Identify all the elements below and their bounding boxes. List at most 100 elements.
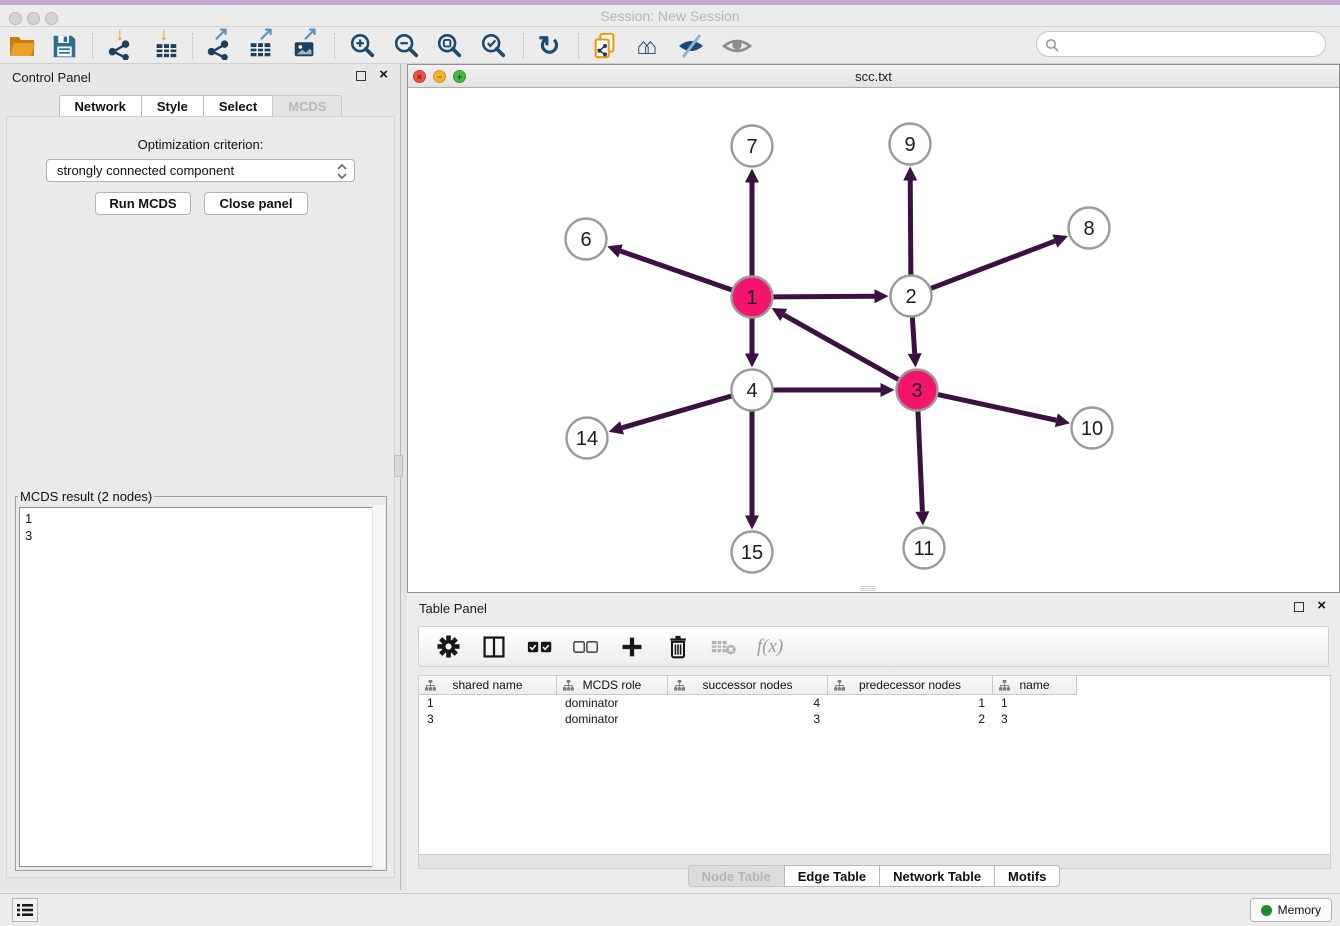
zoom-selected-button[interactable] [476, 30, 510, 62]
graph-edge-2-8[interactable] [931, 241, 1055, 288]
graph-node-2[interactable]: 2 [891, 276, 932, 317]
search-field[interactable] [1036, 31, 1326, 57]
home-view-button[interactable]: ⌂⌂ [630, 30, 664, 62]
close-panel-icon[interactable]: × [1317, 598, 1326, 614]
create-column-button[interactable] [617, 633, 647, 661]
import-network-button[interactable]: ↓ [102, 30, 136, 62]
run-mcds-button[interactable]: Run MCDS [95, 192, 191, 215]
graph-node-4[interactable]: 4 [732, 370, 773, 411]
zoom-in-button[interactable] [345, 30, 379, 62]
clone-network-button[interactable] [588, 30, 622, 62]
table-cell[interactable]: dominator [557, 711, 668, 727]
close-panel-button[interactable]: Close panel [204, 192, 308, 215]
graph-edge-1-6[interactable] [620, 251, 731, 290]
table-cell[interactable]: 1 [419, 695, 557, 711]
table-cell[interactable]: dominator [557, 695, 668, 711]
open-session-button[interactable] [5, 30, 39, 62]
add-icon [620, 635, 644, 659]
import-table-button[interactable]: ↓ [149, 30, 183, 62]
window-resize-handle[interactable] [860, 586, 876, 591]
mcds-result-text[interactable]: 1 3 [19, 507, 383, 867]
delete-column-button[interactable] [663, 633, 693, 661]
tab-node-table[interactable]: Node Table [688, 865, 785, 887]
svg-text:7: 7 [746, 136, 757, 158]
float-panel-icon[interactable] [1294, 602, 1304, 612]
hide-elements-button[interactable] [674, 30, 708, 62]
attribute-tree-icon [834, 680, 845, 691]
save-session-button[interactable] [47, 30, 81, 62]
scrollbar[interactable] [372, 505, 385, 869]
table-cell[interactable]: 4 [668, 695, 828, 711]
graph-node-14[interactable]: 14 [567, 418, 608, 459]
delete-table-button[interactable] [709, 633, 739, 661]
tab-network-table[interactable]: Network Table [879, 865, 995, 887]
export-image-button[interactable]: ↗ [288, 30, 322, 62]
table-row[interactable]: 3dominator323 [419, 711, 1077, 727]
tab-edge-table[interactable]: Edge Table [784, 865, 880, 887]
network-canvas[interactable]: 7 9 6 8 1 2 4 3 14 10 15 11 [408, 88, 1339, 592]
column-header-shared-name[interactable]: shared name [419, 676, 557, 695]
table-cell[interactable]: 3 [993, 711, 1077, 727]
open-folder-icon [7, 32, 37, 60]
table-cell[interactable]: 1 [828, 695, 993, 711]
graph-node-3[interactable]: 3 [897, 370, 938, 411]
column-header-name[interactable]: name [993, 676, 1077, 695]
table-cell[interactable]: 2 [828, 711, 993, 727]
graph-node-15[interactable]: 15 [732, 532, 773, 573]
graph-node-1[interactable]: 1 [732, 277, 773, 318]
graph-node-6[interactable]: 6 [566, 219, 607, 260]
apply-function-button[interactable]: f(x) [755, 633, 785, 661]
search-input[interactable] [1063, 34, 1318, 54]
show-elements-button[interactable] [720, 30, 754, 62]
graph-edge-2-9[interactable] [910, 180, 911, 274]
refresh-button[interactable]: ↻ [532, 30, 566, 62]
tab-select[interactable]: Select [203, 95, 273, 117]
application-window: Session: New Session ↓ [0, 0, 1340, 926]
status-bar: Memory [0, 893, 1340, 926]
select-all-rows-button[interactable] [525, 633, 555, 661]
graph-node-9[interactable]: 9 [890, 124, 931, 165]
export-arrow-icon: ↗ [258, 23, 274, 46]
graph-edge-3-10[interactable] [938, 395, 1056, 421]
zoom-fit-button[interactable] [432, 30, 466, 62]
graph-edge-3-1[interactable] [784, 315, 898, 380]
memory-button[interactable]: Memory [1250, 898, 1332, 922]
float-panel-icon[interactable] [356, 71, 366, 81]
splitter-handle[interactable] [394, 455, 403, 477]
graph-node-10[interactable]: 10 [1072, 408, 1113, 449]
network-window-titlebar[interactable]: × − + scc.txt [408, 65, 1339, 88]
column-header-predecessor-nodes[interactable]: predecessor nodes [828, 676, 993, 695]
tab-network[interactable]: Network [59, 95, 142, 117]
table-settings-button[interactable] [433, 633, 463, 661]
tab-style[interactable]: Style [141, 95, 204, 117]
column-header-successor-nodes[interactable]: successor nodes [668, 676, 828, 695]
graph-edge-2-3[interactable] [912, 317, 914, 353]
deselect-all-rows-button[interactable] [571, 633, 601, 661]
tab-mcds[interactable]: MCDS [272, 95, 342, 117]
table-row[interactable]: 1dominator411 [419, 695, 1077, 711]
tab-motifs[interactable]: Motifs [994, 865, 1060, 887]
node-table[interactable]: shared nameMCDS rolesuccessor nodesprede… [418, 675, 1331, 855]
graph-edge-3-11[interactable] [918, 411, 922, 511]
titlebar[interactable]: Session: New Session [0, 5, 1340, 27]
table-panel-title: Table Panel [419, 601, 487, 616]
export-network-button[interactable]: ↗ [201, 30, 235, 62]
show-columns-button[interactable] [479, 633, 509, 661]
close-panel-icon[interactable]: × [379, 67, 388, 83]
zoom-out-button[interactable] [389, 30, 423, 62]
table-cell[interactable]: 3 [668, 711, 828, 727]
graph-node-11[interactable]: 11 [904, 528, 945, 569]
task-history-button[interactable] [12, 898, 38, 922]
graph-node-7[interactable]: 7 [732, 126, 773, 167]
function-icon: f(x) [757, 636, 783, 658]
zoom-selected-icon [479, 32, 507, 60]
table-cell[interactable]: 1 [993, 695, 1077, 711]
graph-edge-4-14[interactable] [622, 396, 731, 428]
graph-edge-1-2[interactable] [773, 296, 874, 297]
table-cell[interactable]: 3 [419, 711, 557, 727]
toolbar-separator [578, 33, 579, 59]
export-table-button[interactable]: ↗ [244, 30, 278, 62]
column-header-MCDS-role[interactable]: MCDS role [557, 676, 668, 695]
graph-node-8[interactable]: 8 [1069, 208, 1110, 249]
criterion-select[interactable]: strongly connected component [46, 159, 355, 182]
